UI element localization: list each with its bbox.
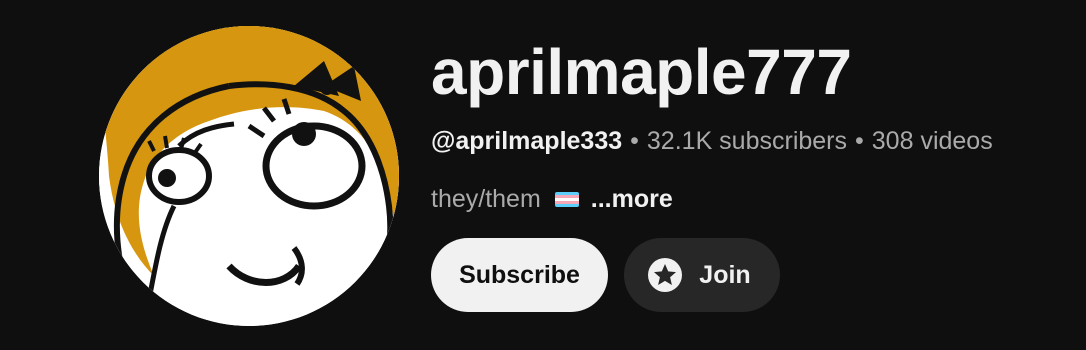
channel-handle: @aprilmaple333 bbox=[431, 127, 623, 155]
subscribe-label: Subscribe bbox=[459, 260, 580, 289]
channel-meta: @aprilmaple333 • 32.1K subscribers • 308 vid… bbox=[431, 126, 993, 156]
avatar-image bbox=[99, 26, 399, 326]
channel-info: aprilmaple777 @aprilmaple333 • 32.1K subsc… bbox=[431, 36, 993, 312]
subscriber-count: 32.1K subscribers bbox=[646, 127, 848, 155]
video-count: 308 videos bbox=[871, 127, 993, 155]
transgender-flag-icon bbox=[554, 191, 579, 207]
description-text: they/them bbox=[431, 185, 541, 213]
channel-avatar[interactable] bbox=[99, 26, 399, 326]
more-link[interactable]: ...more bbox=[591, 184, 673, 214]
star-badge-icon bbox=[648, 258, 683, 292]
join-label: Join bbox=[699, 260, 751, 289]
subscribe-button[interactable]: Subscribe bbox=[431, 238, 608, 312]
join-button[interactable]: Join bbox=[624, 238, 780, 312]
channel-header: aprilmaple777 @aprilmaple333 • 32.1K subsc… bbox=[0, 0, 1086, 350]
channel-name: aprilmaple777 bbox=[431, 36, 852, 108]
meta-separator: • bbox=[630, 127, 639, 155]
meta-separator: • bbox=[855, 127, 864, 155]
channel-actions: Subscribe Join bbox=[431, 238, 993, 312]
channel-description[interactable]: they/them ...more bbox=[431, 184, 993, 214]
